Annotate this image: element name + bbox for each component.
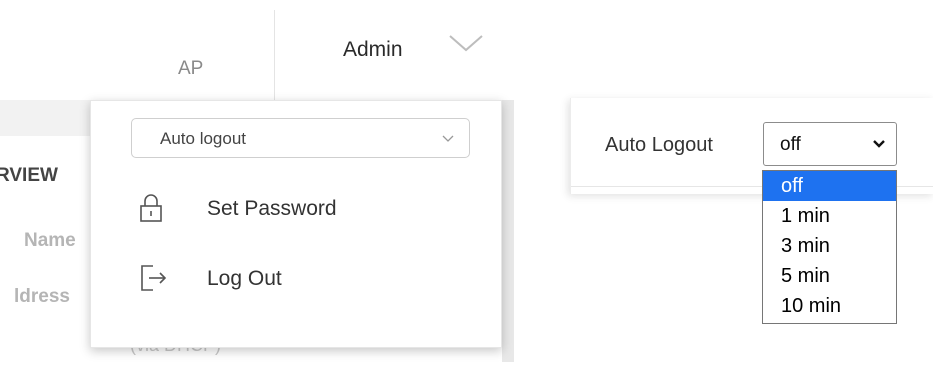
option-label: off	[781, 175, 803, 197]
admin-dropdown-menu: Auto logout Set Password Log Out	[90, 100, 502, 348]
option-label: 5 min	[781, 265, 830, 287]
auto-logout-dropdown[interactable]: off	[763, 122, 897, 166]
address-label: ldress	[14, 286, 70, 307]
option-1-min[interactable]: 1 min	[763, 201, 896, 231]
logout-icon	[141, 265, 167, 291]
nav-divider	[274, 10, 275, 100]
name-label: Name	[24, 230, 76, 251]
chevron-down-icon	[442, 135, 454, 142]
auto-logout-select-label: Auto logout	[160, 129, 247, 148]
set-password-menu-item[interactable]: Set Password	[139, 189, 459, 229]
option-10-min[interactable]: 10 min	[763, 291, 896, 321]
auto-logout-select[interactable]: Auto logout	[131, 118, 470, 158]
option-label: 10 min	[781, 295, 842, 317]
set-password-label: Set Password	[207, 197, 337, 220]
lock-icon	[140, 194, 162, 222]
auto-logout-value: off	[780, 134, 801, 155]
option-3-min[interactable]: 3 min	[763, 231, 896, 261]
nav-ap-tab[interactable]: AP	[178, 58, 203, 80]
nav-admin-menu[interactable]: Admin	[343, 38, 403, 62]
option-label: 3 min	[781, 235, 830, 257]
overview-heading: RVIEW	[0, 165, 58, 186]
option-5-min[interactable]: 5 min	[763, 261, 896, 291]
log-out-label: Log Out	[207, 267, 282, 290]
log-out-menu-item[interactable]: Log Out	[139, 259, 459, 299]
menu-scroll-edge	[502, 100, 514, 362]
background-shade	[0, 100, 100, 136]
option-off[interactable]: off	[763, 171, 896, 201]
chevron-down-icon[interactable]	[446, 30, 486, 60]
auto-logout-options-list: off 1 min 3 min 5 min 10 min	[762, 170, 897, 324]
chevron-down-icon	[873, 140, 885, 148]
option-label: 1 min	[781, 205, 830, 227]
auto-logout-label: Auto Logout	[605, 134, 713, 156]
